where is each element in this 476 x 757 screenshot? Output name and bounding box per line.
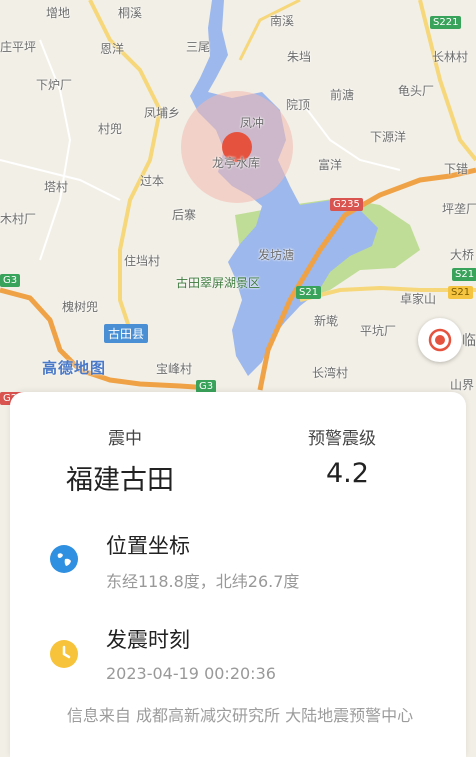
map-label: 新墘 bbox=[314, 314, 339, 328]
epicenter-value: 福建古田 bbox=[66, 465, 174, 496]
map-label: 长湾村 bbox=[312, 366, 349, 380]
map-label: 下错 bbox=[444, 162, 469, 176]
magnitude-value: 4.2 bbox=[326, 458, 369, 489]
locate-icon bbox=[428, 328, 452, 352]
globe-icon-glyph bbox=[57, 553, 71, 566]
scenic-label: 古田翠屏湖景区 bbox=[176, 276, 261, 290]
location-value: 东经118.8度，北纬26.7度 bbox=[106, 572, 300, 591]
map-label: 塔村 bbox=[44, 180, 69, 194]
map-label: 朱垱 bbox=[287, 50, 312, 64]
map-label: 前溏 bbox=[330, 88, 355, 102]
map-label: 村兜 bbox=[98, 122, 123, 136]
map-label: 山界 bbox=[450, 378, 475, 392]
clock-icon-glyph bbox=[62, 645, 71, 659]
map-label: 院顶 bbox=[286, 98, 311, 112]
map-label: 三尾 bbox=[186, 40, 211, 54]
road-shield: S21 bbox=[448, 286, 474, 299]
map-label: 增地 bbox=[46, 6, 71, 20]
county-label[interactable]: 古田县 bbox=[104, 324, 149, 343]
map-label: 龙亭水库 bbox=[212, 156, 261, 170]
source-footer: 信息来自 成都高新减灾研究所 大陆地震预警中心 bbox=[66, 706, 414, 725]
location-title: 位置坐标 bbox=[106, 534, 190, 558]
time-value: 2023-04-19 00:20:36 bbox=[106, 664, 276, 683]
map-label: 下炉厂 bbox=[36, 78, 73, 92]
map-label: 大桥 bbox=[450, 248, 475, 262]
road-shield: G235 bbox=[330, 198, 363, 211]
clock-icon bbox=[50, 640, 78, 668]
map-label: 临 bbox=[462, 333, 476, 349]
map-label: 凤冲 bbox=[240, 116, 265, 130]
map-label: 卓家山 bbox=[400, 292, 437, 306]
map-label: 庄平坪 bbox=[0, 40, 37, 54]
map-label: 龟头厂 bbox=[398, 84, 435, 98]
map-label: 富洋 bbox=[318, 158, 343, 172]
map-label: 宝峰村 bbox=[156, 362, 193, 376]
map-label: 平坑厂 bbox=[360, 324, 397, 338]
locate-button[interactable] bbox=[418, 318, 462, 362]
map-label: 南溪 bbox=[270, 14, 295, 28]
map-label: 长林村 bbox=[432, 50, 469, 64]
road-shield: S221 bbox=[430, 16, 462, 29]
map-label: 坪垄厂 bbox=[442, 202, 476, 216]
map-label: 下源洋 bbox=[370, 130, 407, 144]
road-small-3 bbox=[39, 39, 72, 261]
map-label: 凤埔乡 bbox=[144, 106, 181, 120]
road-shield: S21 bbox=[296, 286, 322, 299]
map-label: 桐溪 bbox=[118, 6, 143, 20]
road-shield: S21 bbox=[452, 268, 476, 281]
map-label: 木村厂 bbox=[0, 212, 37, 226]
magnitude-header: 预警震级 bbox=[308, 429, 376, 449]
map-label: 槐树兜 bbox=[62, 300, 99, 314]
map-label: 过本 bbox=[140, 174, 165, 188]
earthquake-info-card: 震中 预警震级 福建古田 4.2 位置坐标 东经118.8度，北纬26.7度 发… bbox=[10, 392, 466, 757]
globe-icon bbox=[50, 545, 78, 573]
map-label: 恩洋 bbox=[100, 42, 125, 56]
map-label: 后寨 bbox=[172, 208, 197, 222]
map-logo: 高德地图 bbox=[42, 359, 107, 377]
map-label: 发坊溏 bbox=[258, 248, 295, 262]
map-label: 住垱村 bbox=[124, 254, 161, 268]
time-title: 发震时刻 bbox=[106, 628, 190, 652]
epicenter-header: 震中 bbox=[108, 429, 142, 449]
road-shield: G3 bbox=[0, 274, 21, 287]
